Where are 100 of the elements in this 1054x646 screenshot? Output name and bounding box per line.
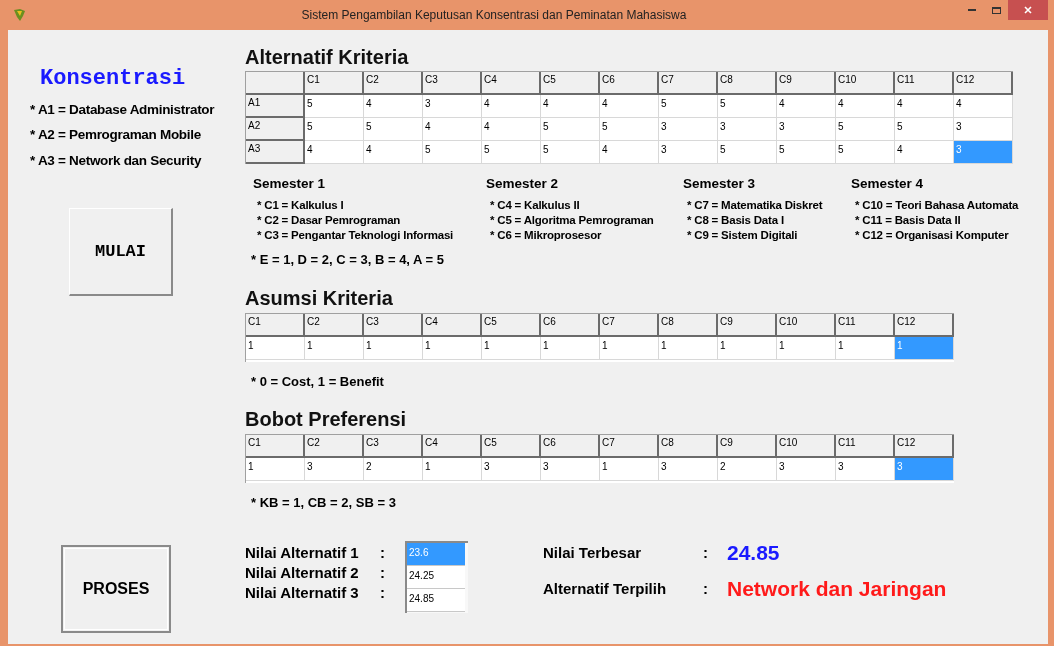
table-cell[interactable]: 5 [364,118,423,141]
column-header: C8 [718,72,777,95]
table-cell[interactable]: 5 [718,141,777,164]
course-item: * C8 = Basis Data I [687,213,785,229]
table-cell[interactable]: 4 [541,95,600,118]
table-cell[interactable]: 4 [482,95,541,118]
table-cell[interactable]: 4 [482,118,541,141]
table-cell[interactable]: 2 [718,458,777,482]
table-cell[interactable]: 1 [718,336,777,360]
table-cell[interactable]: 5 [305,95,364,118]
table-cell[interactable]: 3 [718,118,777,141]
column-header: C11 [836,313,895,337]
table-cell[interactable]: 4 [777,95,836,118]
course-item: * C10 = Teori Bahasa Automata [855,198,1020,214]
table-cell[interactable]: 1 [777,336,836,360]
table-cell[interactable]: 3 [777,458,836,482]
table-cell[interactable]: 3 [659,458,718,482]
column-header: C5 [482,435,541,459]
minimize-icon [968,9,976,11]
result-label: Nilai Alternatif 1 [245,542,360,563]
table-cell[interactable]: 5 [305,118,364,141]
close-button[interactable] [1008,0,1048,20]
column-header: C11 [836,435,895,459]
table-cell[interactable]: 2 [364,458,423,482]
table-cell[interactable]: 5 [600,118,659,141]
table-cell[interactable]: 1 [305,336,364,360]
table-cell[interactable]: 3 [659,118,718,141]
start-button[interactable]: MULAI [69,207,173,296]
table-cell[interactable]: 4 [423,118,482,141]
semester-heading: Semester 1 [253,175,327,193]
table-cell[interactable]: 4 [364,95,423,118]
table-cell[interactable]: 4 [305,141,364,164]
table-cell[interactable]: 1 [541,336,600,360]
table-cell[interactable]: 4 [895,95,954,118]
row-header: A3 [246,141,305,164]
colon: : [703,578,709,599]
result-label: Nilai Terbesar [543,542,643,563]
table-cell[interactable]: 5 [718,95,777,118]
course-item: * C12 = Organisasi Komputer [855,228,1010,244]
table-cell[interactable]: 4 [895,141,954,164]
row-header: A1 [246,95,305,118]
close-icon [1024,6,1032,14]
table-cell[interactable]: 3 [482,458,541,482]
table-cell[interactable]: 1 [423,458,482,482]
column-header: C10 [777,435,836,459]
process-button[interactable]: PROSES [61,544,171,633]
table-cell[interactable]: 3 [423,95,482,118]
chosen-alternative: Network dan Jaringan [727,576,947,602]
colon: : [380,542,385,563]
table-cell[interactable]: 5 [895,118,954,141]
table-cell[interactable]: 1 [246,458,305,482]
table-cell[interactable]: 3 [954,118,1013,141]
table-cell[interactable]: 3 [659,141,718,164]
column-header: C11 [895,72,954,95]
table-cell[interactable]: 4 [836,95,895,118]
column-header: C7 [600,313,659,337]
table-cell[interactable]: 5 [659,95,718,118]
table-cell[interactable]: 1 [364,336,423,360]
result-label: Nilai Alternatif 2 [245,562,360,583]
section-title: Bobot Preferensi [245,407,408,432]
column-header: C6 [541,313,600,337]
table-cell[interactable]: 5 [541,118,600,141]
table-cell[interactable]: 4 [954,95,1013,118]
maximize-icon [991,6,1001,14]
colon: : [380,562,385,583]
column-header: C6 [541,435,600,459]
column-header: C9 [718,435,777,459]
table-cell[interactable]: 1 [600,458,659,482]
table-cell[interactable]: 1 [836,336,895,360]
column-header: C8 [659,313,718,337]
table-cell[interactable]: 5 [836,118,895,141]
section-title: Alternatif Kriteria [245,45,410,69]
score-item[interactable]: 24.25 [407,565,465,589]
table-cell[interactable]: 5 [777,141,836,164]
table-cell[interactable]: 5 [836,141,895,164]
column-header: C5 [482,313,541,337]
table-cell[interactable]: 1 [600,336,659,360]
table-cell[interactable]: 1 [659,336,718,360]
table-cell[interactable]: 4 [364,141,423,164]
semester-heading: Semester 4 [851,175,925,193]
score-item[interactable]: 24.85 [407,588,465,612]
column-header: C12 [895,435,954,459]
table-cell[interactable]: 3 [836,458,895,482]
table-cell[interactable]: 3 [541,458,600,482]
criteria-note: * 0 = Cost, 1 = Benefit [251,372,385,391]
table-cell[interactable]: 1 [246,336,305,360]
table-cell[interactable]: 1 [482,336,541,360]
table-cell[interactable]: 3 [777,118,836,141]
table-cell[interactable]: 4 [600,95,659,118]
table-cell[interactable]: 3 [305,458,364,482]
table-cell[interactable]: 5 [482,141,541,164]
table-cell[interactable]: 4 [600,141,659,164]
column-header: C8 [659,435,718,459]
table-cell[interactable]: 1 [423,336,482,360]
legend-item: * A1 = Database Administrator [30,101,216,119]
column-header: C3 [364,435,423,459]
table-cell[interactable]: 5 [541,141,600,164]
course-item: * C6 = Mikroprosesor [490,228,603,244]
column-header: C10 [777,313,836,337]
table-cell[interactable]: 5 [423,141,482,164]
